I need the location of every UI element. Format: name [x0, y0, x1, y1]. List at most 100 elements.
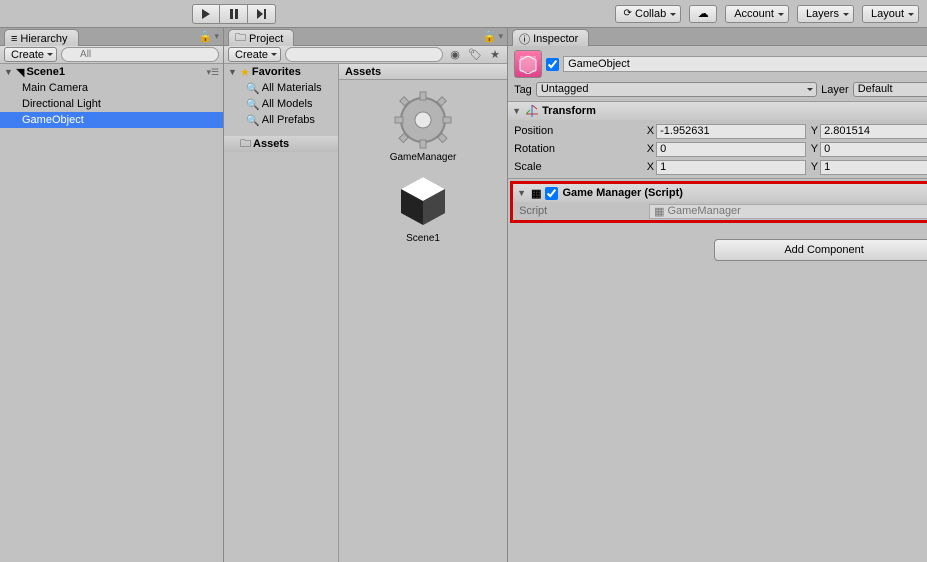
gameobject-name-input[interactable]: [563, 56, 927, 72]
collab-dropdown[interactable]: ⟳ Collab: [615, 5, 682, 23]
y-label: Y: [808, 143, 818, 155]
account-dropdown[interactable]: Account: [725, 5, 789, 23]
rotation-y-input[interactable]: [820, 142, 927, 157]
rotation-row: Rotation X Y Z: [514, 140, 927, 158]
favorite-item[interactable]: 🔍All Materials: [224, 80, 338, 96]
transform-component: ▼ Transform ▣⚙ Position X Y Z Rotation: [508, 102, 927, 179]
transform-icon: [526, 105, 538, 117]
project-subbar: Create ◉ 🏷 ★: [224, 46, 507, 64]
scale-y-input[interactable]: [820, 160, 927, 175]
hierarchy-tree: ▼ ◥ Scene1 ▾☰ Main Camera Directional Li…: [0, 64, 223, 562]
scene-menu-icon[interactable]: ▾☰: [206, 67, 223, 78]
info-icon: ⓘ: [519, 31, 530, 47]
hierarchy-search-wrap: [61, 47, 219, 62]
component-enable-checkbox[interactable]: [545, 187, 558, 200]
scale-x-input[interactable]: [656, 160, 806, 175]
search-icon: 🔍: [246, 98, 260, 111]
favorite-item[interactable]: 🔍All Models: [224, 96, 338, 112]
inspector-tab-label: Inspector: [533, 33, 578, 45]
pause-button[interactable]: [220, 4, 248, 24]
asset-item[interactable]: Scene1: [391, 169, 455, 244]
search-icon: 🔍: [246, 114, 260, 127]
favorites-row[interactable]: ▼ ★ Favorites: [224, 64, 338, 80]
position-y-input[interactable]: [820, 124, 927, 139]
position-row: Position X Y Z: [514, 122, 927, 140]
toolbar-right: ⟳ Collab ☁ Account Layers Layout: [615, 5, 919, 23]
fold-icon: ▼: [517, 188, 527, 198]
favorite-label: All Prefabs: [262, 114, 315, 126]
script-field[interactable]: ▦ GameManager ⊙: [649, 204, 927, 219]
unity-scene-icon: [391, 169, 455, 233]
layers-dropdown[interactable]: Layers: [797, 5, 854, 23]
gameobject-icon[interactable]: [514, 50, 542, 78]
favorite-item[interactable]: 🔍All Prefabs: [224, 112, 338, 128]
folder-icon: 🗀: [240, 135, 251, 154]
project-folders: ▼ ★ Favorites 🔍All Materials 🔍All Models…: [224, 64, 339, 562]
inspector-tab[interactable]: ⓘ Inspector: [512, 29, 589, 47]
fold-icon: ▼: [4, 67, 14, 77]
hierarchy-item[interactable]: Main Camera: [0, 80, 223, 96]
star-icon: ★: [240, 66, 250, 79]
cloud-button[interactable]: ☁: [689, 5, 717, 23]
project-path-header: Assets: [339, 64, 507, 80]
project-content: Assets GameManager Scene1: [339, 64, 507, 562]
hierarchy-tab-menu[interactable]: 🔒 ▾: [199, 28, 223, 45]
playback-controls: [192, 4, 276, 24]
assets-folder-row[interactable]: 🗀 Assets: [224, 136, 338, 152]
scale-label: Scale: [514, 161, 644, 173]
hierarchy-search-input[interactable]: [61, 47, 219, 62]
hierarchy-item-label: Directional Light: [22, 98, 101, 110]
tag-dropdown[interactable]: Untagged: [536, 82, 817, 97]
active-checkbox[interactable]: [546, 58, 559, 71]
rotation-label: Rotation: [514, 143, 644, 155]
hierarchy-subbar: Create: [0, 46, 223, 64]
hierarchy-item-selected[interactable]: GameObject: [0, 112, 223, 128]
highlighted-component: ▼ ▦ Game Manager (Script) ▣⚙ Script ▦ Ga…: [510, 181, 927, 223]
asset-item[interactable]: GameManager: [390, 88, 457, 163]
tag-filter-icon[interactable]: 🏷: [467, 48, 483, 62]
x-label: X: [644, 161, 654, 173]
layout-dropdown[interactable]: Layout: [862, 5, 919, 23]
top-toolbar: ⟳ Collab ☁ Account Layers Layout: [0, 0, 927, 28]
hierarchy-tab[interactable]: ≡ Hierarchy: [4, 29, 79, 47]
position-label: Position: [514, 125, 644, 137]
script-value: GameManager: [667, 205, 740, 217]
hierarchy-item[interactable]: Directional Light: [0, 96, 223, 112]
position-x-input[interactable]: [656, 124, 806, 139]
inspector-header: Static ▼ Tag Untagged Layer Default: [508, 46, 927, 102]
script-label: Script: [519, 205, 649, 217]
transform-header[interactable]: ▼ Transform ▣⚙: [508, 102, 927, 120]
project-tab-menu[interactable]: 🔒 ▾: [483, 28, 507, 45]
scale-row: Scale X Y Z: [514, 158, 927, 176]
asset-label: Scene1: [406, 233, 440, 244]
tag-label: Tag: [514, 84, 532, 96]
game-manager-header[interactable]: ▼ ▦ Game Manager (Script) ▣⚙: [513, 184, 927, 202]
scene-row[interactable]: ▼ ◥ Scene1 ▾☰: [0, 64, 223, 80]
layer-dropdown[interactable]: Default: [853, 82, 927, 97]
hierarchy-create-button[interactable]: Create: [4, 47, 57, 62]
hierarchy-panel: ≡ Hierarchy 🔒 ▾ Create ▼ ◥ Scene1 ▾☰ Mai…: [0, 28, 224, 562]
game-manager-title: Game Manager (Script): [562, 187, 682, 199]
project-create-button[interactable]: Create: [228, 47, 281, 62]
project-tab[interactable]: 🗀 Project: [228, 29, 294, 47]
collab-icon: ⟳: [624, 8, 632, 19]
project-search-input[interactable]: [285, 47, 443, 62]
script-asset-icon: ▦: [654, 205, 664, 218]
collab-label: Collab: [635, 8, 666, 20]
fold-icon: ▼: [228, 67, 238, 77]
project-grid: GameManager Scene1: [339, 80, 507, 562]
add-component-button[interactable]: Add Component: [714, 239, 927, 261]
step-button[interactable]: [248, 4, 276, 24]
filter-icon[interactable]: ◉: [447, 48, 463, 62]
hierarchy-item-label: GameObject: [22, 114, 84, 126]
scene-label: Scene1: [26, 66, 65, 78]
cloud-icon: ☁: [698, 7, 709, 20]
save-filter-icon[interactable]: ★: [487, 48, 503, 62]
project-tab-label: Project: [249, 33, 283, 45]
hierarchy-tabbar: ≡ Hierarchy 🔒 ▾: [0, 28, 223, 46]
transform-title: Transform: [542, 105, 596, 117]
rotation-x-input[interactable]: [656, 142, 806, 157]
assets-folder-label: Assets: [253, 138, 289, 150]
play-button[interactable]: [192, 4, 220, 24]
project-body: ▼ ★ Favorites 🔍All Materials 🔍All Models…: [224, 64, 507, 562]
